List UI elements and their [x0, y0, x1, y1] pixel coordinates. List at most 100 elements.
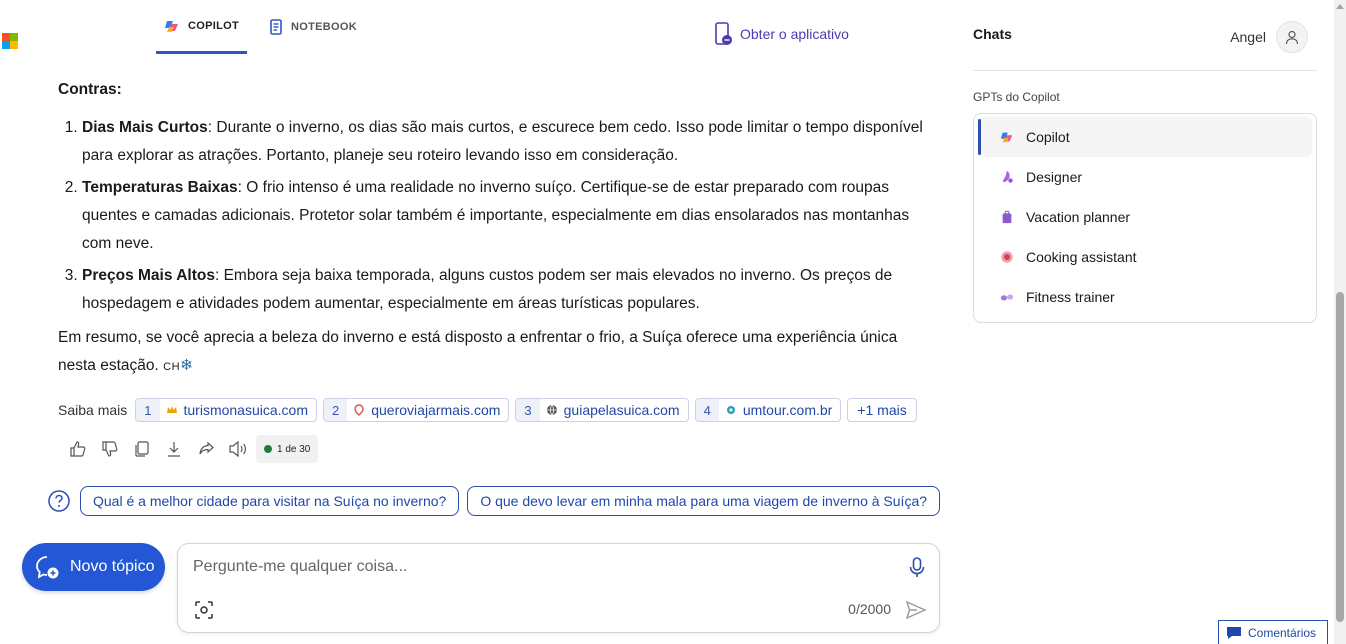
copy-button[interactable]	[126, 434, 158, 464]
read-aloud-button[interactable]	[222, 434, 254, 464]
cons-heading: Contras:	[58, 81, 122, 98]
source-site: queroviajarmais.com	[347, 402, 508, 418]
page-scrollbar[interactable]	[1334, 0, 1346, 644]
source-site: guiapelasuica.com	[540, 402, 688, 418]
summary-paragraph: Em resumo, se você aprecia a beleza do i…	[58, 324, 928, 381]
gpt-item-label: Cooking assistant	[1026, 249, 1137, 265]
user-menu[interactable]: Angel	[1230, 21, 1308, 53]
tab-notebook[interactable]: NOTEBOOK	[261, 0, 365, 54]
like-button[interactable]	[62, 434, 94, 464]
more-sources-button[interactable]: +1 mais	[847, 398, 917, 422]
source-site-label: turismonasuica.com	[183, 402, 309, 418]
suggestion-chip[interactable]: Qual é a melhor cidade para visitar na S…	[80, 486, 460, 516]
suitcase-icon	[1002, 210, 1012, 224]
list-item: Preços Mais Altos: Embora seja baixa tem…	[82, 262, 928, 318]
gpt-item-label: Vacation planner	[1026, 209, 1131, 225]
suggestion-chip[interactable]: O que devo levar em minha mala para uma …	[467, 486, 941, 516]
share-icon	[199, 441, 214, 455]
avatar	[1276, 21, 1308, 53]
list-item-text: : Durante o inverno, os dias são mais cu…	[82, 119, 923, 164]
send-icon	[905, 600, 927, 620]
copy-icon	[135, 441, 149, 457]
source-site-label: umtour.com.br	[742, 402, 833, 418]
copilot-icon	[165, 20, 178, 32]
thumbs-up-icon	[70, 441, 86, 457]
new-topic-label: Novo tópico	[70, 558, 155, 575]
gpt-item-vacation-planner[interactable]: Vacation planner	[978, 197, 1312, 237]
source-link[interactable]: 2 queroviajarmais.com	[323, 398, 510, 422]
scrollbar-thumb[interactable]	[1336, 292, 1344, 622]
logo-square-yellow	[10, 41, 18, 49]
response-actions: 1 de 30	[62, 434, 319, 464]
export-button[interactable]	[158, 434, 190, 464]
tab-copilot-label: COPILOT	[188, 19, 239, 32]
list-item: Dias Mais Curtos: Durante o inverno, os …	[82, 114, 928, 170]
comment-icon	[1227, 626, 1241, 639]
microphone-icon	[909, 557, 925, 577]
microsoft-logo[interactable]	[2, 33, 18, 49]
chat-composer[interactable]: Pergunte-me qualquer coisa... 0/2000	[177, 543, 940, 633]
learn-more-bar: Saiba mais 1 turismonasuica.com 2 querov…	[58, 398, 917, 422]
source-site: umtour.com.br	[719, 402, 840, 418]
source-site-label: queroviajarmais.com	[371, 402, 501, 418]
copilot-icon	[1000, 132, 1013, 143]
sidebar-divider	[973, 70, 1317, 71]
tab-copilot[interactable]: COPILOT	[156, 0, 247, 54]
list-item-title: Temperaturas Baixas	[82, 179, 238, 196]
send-button[interactable]	[905, 600, 927, 620]
user-name: Angel	[1230, 29, 1266, 45]
camera-scan-icon	[195, 601, 213, 619]
phone-download-icon	[715, 22, 732, 45]
suggestions-bar: Qual é a melhor cidade para visitar na S…	[46, 486, 941, 516]
scroll-up-icon[interactable]	[1336, 4, 1344, 9]
dumbbell-icon	[1000, 294, 1014, 301]
logo-square-red	[2, 33, 10, 41]
share-button[interactable]	[190, 434, 222, 464]
gpt-item-label: Designer	[1026, 169, 1083, 185]
cooking-icon	[1001, 251, 1013, 263]
thumbs-down-icon	[102, 441, 118, 457]
response-counter: 1 de 30	[256, 435, 319, 463]
dislike-button[interactable]	[94, 434, 126, 464]
new-topic-button[interactable]: Novo tópico	[22, 543, 165, 591]
download-icon	[168, 442, 180, 457]
source-site: turismonasuica.com	[160, 402, 317, 418]
source-number: 1	[136, 399, 160, 421]
chats-sidebar: Chats Angel GPTs do Copilot Copilot Desi…	[973, 0, 1318, 644]
gpt-item-designer[interactable]: Designer	[978, 157, 1312, 197]
gpt-item-label: Copilot	[1026, 129, 1070, 145]
composer-input[interactable]: Pergunte-me qualquer coisa...	[193, 558, 407, 576]
feedback-label: Comentários	[1248, 625, 1317, 640]
source-number: 3	[516, 399, 540, 421]
map-pin-icon	[354, 404, 364, 416]
tab-notebook-label: NOTEBOOK	[291, 21, 357, 33]
list-item-title: Dias Mais Curtos	[82, 119, 208, 136]
source-number: 2	[324, 399, 348, 421]
gpts-section-label: GPTs do Copilot	[973, 90, 1060, 104]
speaker-icon	[229, 440, 246, 458]
microphone-button[interactable]	[907, 556, 927, 580]
globe-icon	[546, 404, 557, 416]
list-item: Temperaturas Baixas: O frio intenso é um…	[82, 174, 928, 258]
gpt-item-copilot[interactable]: Copilot	[978, 117, 1312, 157]
logo-square-blue	[2, 41, 10, 49]
gpt-item-label: Fitness trainer	[1026, 289, 1115, 305]
cons-list: Dias Mais Curtos: Durante o inverno, os …	[58, 114, 928, 318]
get-app-link[interactable]: Obter o aplicativo	[714, 22, 849, 46]
answer-content: Contras: Dias Mais Curtos: Durante o inv…	[58, 76, 928, 381]
source-site-label: guiapelasuica.com	[563, 402, 680, 418]
top-nav: COPILOT NOTEBOOK	[156, 0, 379, 56]
crown-icon	[166, 406, 177, 413]
gpt-item-cooking-assistant[interactable]: Cooking assistant	[978, 237, 1312, 277]
source-link[interactable]: 1 turismonasuica.com	[135, 398, 317, 422]
designer-icon	[1002, 170, 1013, 183]
gpt-item-fitness-trainer[interactable]: Fitness trainer	[978, 277, 1312, 317]
source-link[interactable]: 4 umtour.com.br	[694, 398, 842, 422]
question-icon	[46, 488, 72, 514]
feedback-button[interactable]: Comentários	[1218, 620, 1328, 644]
visual-search-button[interactable]	[194, 600, 214, 620]
user-icon	[1285, 30, 1299, 45]
source-link[interactable]: 3 guiapelasuica.com	[515, 398, 689, 422]
site-icon	[726, 406, 735, 414]
status-dot	[264, 445, 272, 453]
